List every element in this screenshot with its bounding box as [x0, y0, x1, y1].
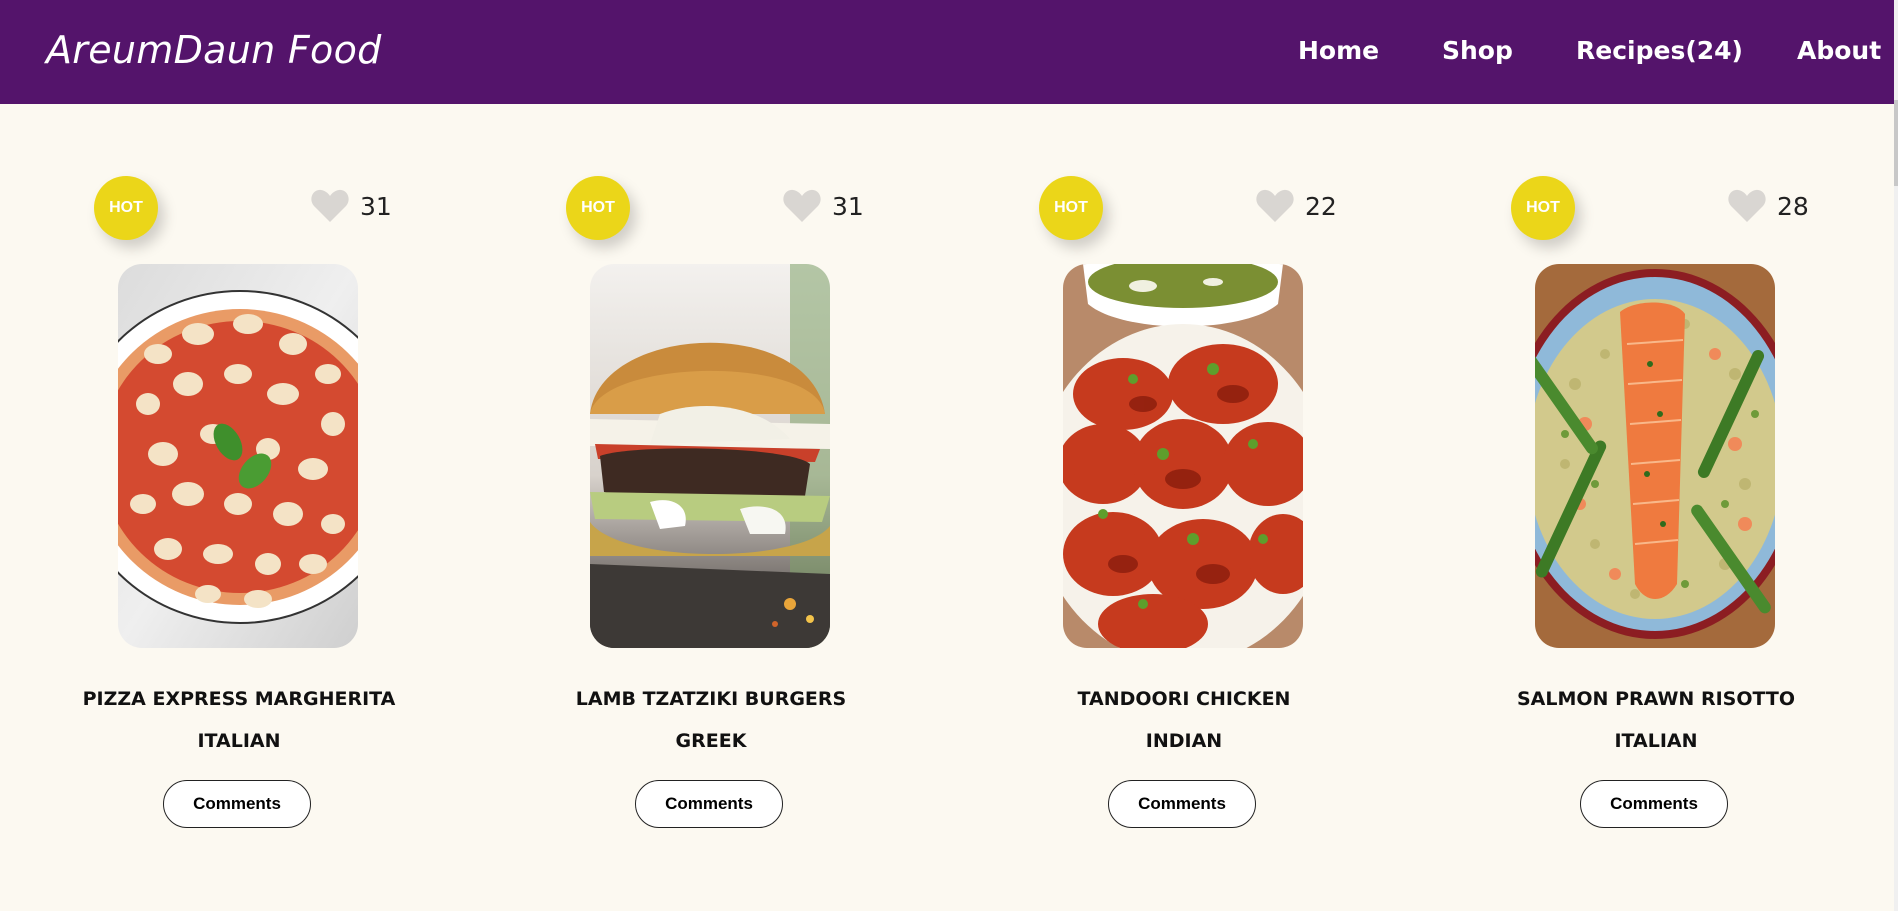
like-count: 22: [1305, 192, 1337, 221]
hot-badge: HOT: [1039, 176, 1103, 240]
recipe-cuisine: GREEK: [675, 730, 747, 752]
nav-home[interactable]: Home: [1298, 36, 1379, 65]
recipe-title: SALMON PRAWN RISOTTO: [1517, 688, 1795, 710]
recipe-title: LAMB TZATZIKI BURGERS: [575, 688, 847, 710]
recipe-cuisine: ITALIAN: [197, 730, 281, 752]
recipe-card: HOT 22 TANDOORI CHICKEN INDIAN Comments: [1039, 104, 1399, 864]
comments-button[interactable]: Comments: [1108, 780, 1256, 828]
comments-button[interactable]: Comments: [635, 780, 783, 828]
comments-button[interactable]: Comments: [163, 780, 311, 828]
recipe-card: HOT 28 SALMON PRAWN RISOTTO ITALIAN Comm…: [1511, 104, 1871, 864]
recipe-photo[interactable]: [1535, 264, 1775, 648]
hot-badge: HOT: [94, 176, 158, 240]
recipe-title: TANDOORI CHICKEN: [1077, 688, 1291, 710]
brand-logo[interactable]: AreumDaun Food: [46, 28, 382, 72]
nav-about[interactable]: About: [1797, 36, 1881, 65]
recipe-card: HOT 31: [566, 104, 926, 864]
like-count: 28: [1777, 192, 1809, 221]
recipe-photo[interactable]: [590, 264, 830, 648]
heart-icon[interactable]: [1255, 188, 1295, 224]
hot-badge: HOT: [1511, 176, 1575, 240]
hot-badge: HOT: [566, 176, 630, 240]
recipe-card: HOT 31: [83, 104, 454, 864]
nav-recipes[interactable]: Recipes(24): [1576, 36, 1743, 65]
recipe-cuisine: INDIAN: [1145, 730, 1223, 752]
heart-icon[interactable]: [782, 188, 822, 224]
like-count: 31: [832, 192, 864, 221]
recipe-photo[interactable]: [118, 264, 358, 648]
like-count: 31: [360, 192, 392, 221]
nav-shop[interactable]: Shop: [1442, 36, 1513, 65]
comments-button[interactable]: Comments: [1580, 780, 1728, 828]
scrollbar-thumb[interactable]: [1894, 100, 1898, 186]
top-navbar: AreumDaun Food Home Shop Recipes(24) Abo…: [0, 0, 1894, 104]
recipe-cuisine: ITALIAN: [1614, 730, 1698, 752]
recipe-title: PIZZA EXPRESS MARGHERITA: [82, 688, 396, 710]
heart-icon[interactable]: [310, 188, 350, 224]
recipe-photo[interactable]: [1063, 264, 1303, 648]
heart-icon[interactable]: [1727, 188, 1767, 224]
